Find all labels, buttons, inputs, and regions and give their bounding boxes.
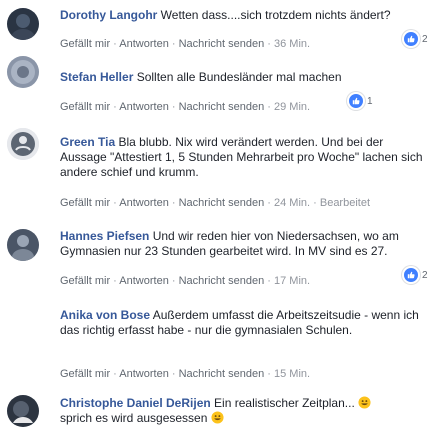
comment-body: Green Tia Bla blubb. Nix wird verändert … — [60, 135, 430, 180]
separator: · — [110, 275, 120, 287]
like-link[interactable]: Gefällt mir — [60, 275, 110, 287]
avatar-image — [7, 8, 39, 40]
timestamp[interactable]: 17 Min. — [274, 275, 310, 287]
reply-link[interactable]: Antworten — [119, 101, 169, 113]
reply-link[interactable]: Antworten — [119, 275, 169, 287]
separator: · — [310, 197, 320, 209]
comment-text: Bla blubb. Nix wird verändert werden. Un… — [60, 135, 423, 179]
comment-author[interactable]: Green Tia — [60, 135, 115, 149]
smiley-emoji-icon — [358, 396, 371, 409]
like-link[interactable]: Gefällt mir — [60, 38, 110, 50]
like-thumb-icon — [402, 30, 420, 48]
comment-actions: Gefällt mir · Antworten · Nachricht send… — [60, 101, 310, 113]
avatar[interactable] — [7, 128, 39, 160]
comment-author[interactable]: Hannes Piefsen — [60, 229, 149, 243]
separator: · — [110, 101, 120, 113]
comment-body: Hannes Piefsen Und wir reden hier von Ni… — [60, 229, 430, 259]
separator: · — [110, 38, 120, 50]
separator: · — [264, 38, 274, 50]
avatar-image — [7, 56, 39, 88]
comment-body: Stefan Heller Sollten alle Bundesländer … — [60, 70, 430, 85]
comment-author[interactable]: Christophe Daniel DeRijen — [60, 396, 211, 410]
avatar[interactable] — [7, 56, 39, 88]
separator: · — [110, 368, 120, 380]
comment-actions: Gefällt mir · Antworten · Nachricht send… — [60, 368, 310, 380]
separator: · — [168, 275, 179, 287]
separator: · — [168, 368, 179, 380]
avatar[interactable] — [7, 395, 39, 427]
comment-body: Christophe Daniel DeRijen Ein realistisc… — [60, 396, 430, 426]
avatar-image — [7, 229, 39, 261]
timestamp[interactable]: 36 Min. — [274, 38, 310, 50]
reaction-count[interactable]: 2 — [402, 30, 428, 48]
reply-link[interactable]: Antworten — [119, 368, 169, 380]
separator: · — [264, 368, 274, 380]
reaction-count[interactable]: 2 — [402, 266, 428, 284]
comment-author[interactable]: Anika von Bose — [60, 308, 150, 322]
reaction-number: 2 — [422, 269, 428, 281]
comment-text: Sollten alle Bundesländer mal machen — [136, 70, 342, 84]
comment-author[interactable]: Stefan Heller — [60, 70, 133, 84]
comment-author[interactable]: Dorothy Langohr — [60, 8, 157, 22]
separator: · — [168, 38, 179, 50]
reply-link[interactable]: Antworten — [119, 197, 169, 209]
separator: · — [168, 101, 179, 113]
like-link[interactable]: Gefällt mir — [60, 368, 110, 380]
reaction-number: 1 — [367, 95, 373, 107]
avatar[interactable] — [7, 8, 39, 40]
timestamp[interactable]: 29 Min. — [274, 101, 310, 113]
message-link[interactable]: Nachricht senden — [179, 101, 265, 113]
separator: · — [110, 197, 120, 209]
comment-actions: Gefällt mir · Antworten · Nachricht send… — [60, 275, 310, 287]
reaction-number: 2 — [422, 33, 428, 45]
comment-text: Ein realistischer Zeitplan... — [214, 396, 355, 410]
message-link[interactable]: Nachricht senden — [179, 275, 265, 287]
like-thumb-icon — [347, 92, 365, 110]
message-link[interactable]: Nachricht senden — [179, 38, 265, 50]
avatar-image — [7, 128, 39, 160]
timestamp[interactable]: 24 Min. — [274, 197, 310, 209]
separator: · — [168, 197, 179, 209]
comment-body: Dorothy Langohr Wetten dass....sich trot… — [60, 8, 430, 23]
edited-label[interactable]: Bearbeitet — [320, 197, 370, 209]
like-link[interactable]: Gefällt mir — [60, 101, 110, 113]
reply-link[interactable]: Antworten — [119, 38, 169, 50]
avatar[interactable] — [7, 229, 39, 261]
separator: · — [264, 197, 274, 209]
message-link[interactable]: Nachricht senden — [179, 197, 265, 209]
like-thumb-icon — [402, 266, 420, 284]
comment-actions: Gefällt mir · Antworten · Nachricht send… — [60, 38, 310, 50]
separator: · — [264, 101, 274, 113]
separator: · — [264, 275, 274, 287]
avatar-image — [7, 395, 39, 427]
comment-text: sprich es wird ausgesessen — [60, 411, 208, 425]
like-link[interactable]: Gefällt mir — [60, 197, 110, 209]
comment-body: Anika von Bose Außerdem umfasst die Arbe… — [60, 308, 430, 338]
timestamp[interactable]: 15 Min. — [274, 368, 310, 380]
reaction-count[interactable]: 1 — [347, 92, 373, 110]
smiley-emoji-icon — [211, 411, 224, 424]
comment-actions: Gefällt mir · Antworten · Nachricht send… — [60, 197, 370, 209]
comment-text: Wetten dass....sich trotzdem nichts ände… — [160, 8, 391, 22]
message-link[interactable]: Nachricht senden — [179, 368, 265, 380]
